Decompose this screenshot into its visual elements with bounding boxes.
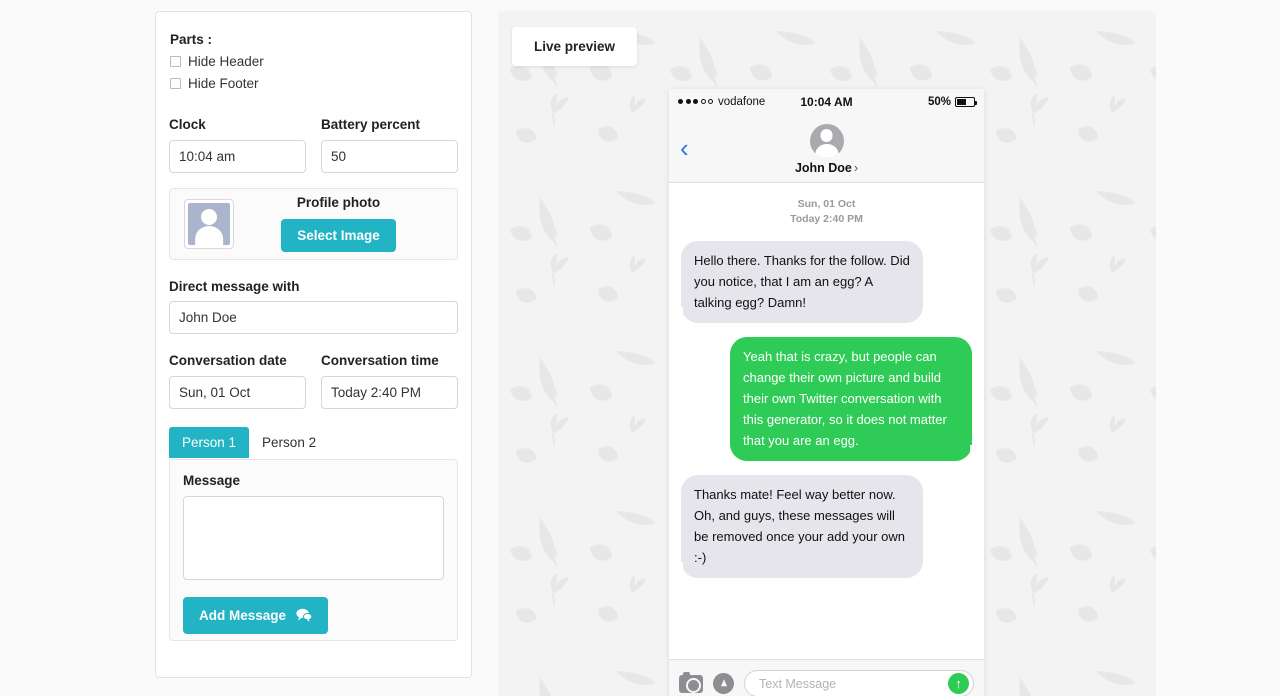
- person-placeholder-icon: [188, 202, 230, 245]
- checkbox-hide-footer-label: Hide Footer: [188, 76, 259, 91]
- timestamp-date: Sun, 01 Oct: [797, 198, 856, 210]
- chat-input-bar: ↑: [669, 659, 984, 696]
- conversation-date-group: Conversation date: [169, 352, 306, 409]
- timestamp-time: Today 2:40 PM: [790, 213, 863, 226]
- profile-photo-thumbnail: [184, 198, 234, 249]
- message-bubble-incoming: Thanks mate! Feel way better now. Oh, an…: [673, 475, 923, 579]
- direct-message-field-group: Direct message with: [169, 278, 458, 335]
- parts-section-title: Parts :: [170, 32, 213, 47]
- conversation-date-input[interactable]: [169, 375, 306, 409]
- signal-strength-icon: [678, 99, 713, 104]
- settings-form-panel: Parts : Hide Header Hide Footer Clock Ba…: [155, 11, 472, 678]
- live-preview-tab[interactable]: Live preview: [512, 27, 638, 66]
- status-bar-left: vodafone: [678, 96, 800, 108]
- message-bubble-incoming: Hello there. Thanks for the follow. Did …: [673, 241, 923, 324]
- person-tabs: Person 1 Person 2: [169, 426, 458, 459]
- phone-status-bar: vodafone 10:04 AM 50%: [669, 89, 984, 114]
- tab-person-1[interactable]: Person 1: [169, 426, 250, 458]
- conversation-time-label: Conversation time: [321, 353, 439, 369]
- chevron-right-icon: ›: [853, 160, 859, 175]
- camera-icon[interactable]: [679, 671, 703, 693]
- chat-message-list: Sun, 01 Oct Today 2:40 PM Hello there. T…: [669, 183, 984, 659]
- clock-label: Clock: [169, 117, 206, 132]
- clock-field-group: Clock: [169, 116, 306, 173]
- select-image-button[interactable]: Select Image: [281, 219, 396, 253]
- message-row: Hello there. Thanks for the follow. Did …: [673, 241, 972, 324]
- message-label: Message: [183, 472, 241, 488]
- message-text: Thanks mate! Feel way better now. Oh, an…: [694, 487, 906, 566]
- live-preview-panel: Live preview vodafone 10:04 AM 50% ‹ Joh…: [498, 11, 1156, 696]
- battery-percent-input[interactable]: [321, 139, 458, 173]
- app-root: Parts : Hide Header Hide Footer Clock Ba…: [0, 0, 1280, 696]
- profile-photo-caption: Profile photo: [296, 195, 381, 211]
- checkbox-hide-header[interactable]: Hide Header: [170, 54, 458, 69]
- add-message-label: Add Message: [199, 607, 287, 623]
- phone-mockup: vodafone 10:04 AM 50% ‹ John Doe › Sun, …: [669, 89, 984, 696]
- status-bar-right: 50%: [853, 95, 977, 108]
- message-text: Yeah that is crazy, but people can chang…: [743, 349, 947, 449]
- status-bar-clock: 10:04 AM: [800, 94, 853, 109]
- checkbox-hide-footer-box[interactable]: [170, 78, 181, 89]
- carrier-name: vodafone: [718, 95, 766, 108]
- message-tab-panel: Message Add Message: [169, 458, 458, 641]
- app-store-icon[interactable]: [713, 673, 734, 694]
- conversation-datetime-row: Conversation date Conversation time: [169, 352, 458, 409]
- contact-info[interactable]: John Doe ›: [795, 123, 858, 175]
- checkbox-hide-footer[interactable]: Hide Footer: [170, 76, 458, 91]
- chat-bubbles-icon: [296, 608, 313, 622]
- message-textarea[interactable]: [183, 495, 444, 580]
- contact-name-row: John Doe ›: [795, 161, 858, 175]
- send-arrow-up-icon[interactable]: ↑: [948, 673, 969, 694]
- profile-photo-box: Profile photo Select Image: [169, 187, 458, 260]
- person-avatar-icon: [809, 123, 844, 158]
- battery-field-group: Battery percent: [321, 116, 458, 173]
- phone-contact-bar: ‹ John Doe ›: [669, 114, 984, 183]
- battery-icon: [955, 96, 977, 107]
- battery-percent-label: Battery percent: [321, 117, 421, 132]
- tab-person-2[interactable]: Person 2: [249, 427, 329, 458]
- direct-message-label: Direct message with: [169, 278, 300, 294]
- checkbox-hide-header-box[interactable]: [170, 56, 181, 67]
- direct-message-input[interactable]: [169, 301, 458, 335]
- text-message-input-wrapper[interactable]: ↑: [744, 670, 974, 696]
- clock-battery-row: Clock Battery percent: [169, 116, 458, 173]
- chevron-left-icon[interactable]: ‹: [680, 135, 689, 161]
- conversation-timestamp: Sun, 01 Oct Today 2:40 PM: [681, 197, 972, 227]
- conversation-time-group: Conversation time: [321, 352, 458, 409]
- add-message-button[interactable]: Add Message: [183, 596, 329, 634]
- clock-input[interactable]: [169, 139, 306, 173]
- conversation-date-label: Conversation date: [169, 353, 287, 369]
- battery-percent-text: 50%: [927, 95, 951, 108]
- message-row: Yeah that is crazy, but people can chang…: [681, 337, 980, 462]
- text-message-input[interactable]: [757, 675, 948, 692]
- contact-name: John Doe: [794, 160, 852, 175]
- message-row: Thanks mate! Feel way better now. Oh, an…: [673, 475, 972, 579]
- message-bubble-outgoing: Yeah that is crazy, but people can chang…: [730, 337, 980, 462]
- profile-photo-controls: Profile photo Select Image: [234, 195, 443, 253]
- message-text: Hello there. Thanks for the follow. Did …: [694, 253, 910, 311]
- checkbox-hide-header-label: Hide Header: [188, 54, 264, 69]
- conversation-time-input[interactable]: [321, 375, 458, 409]
